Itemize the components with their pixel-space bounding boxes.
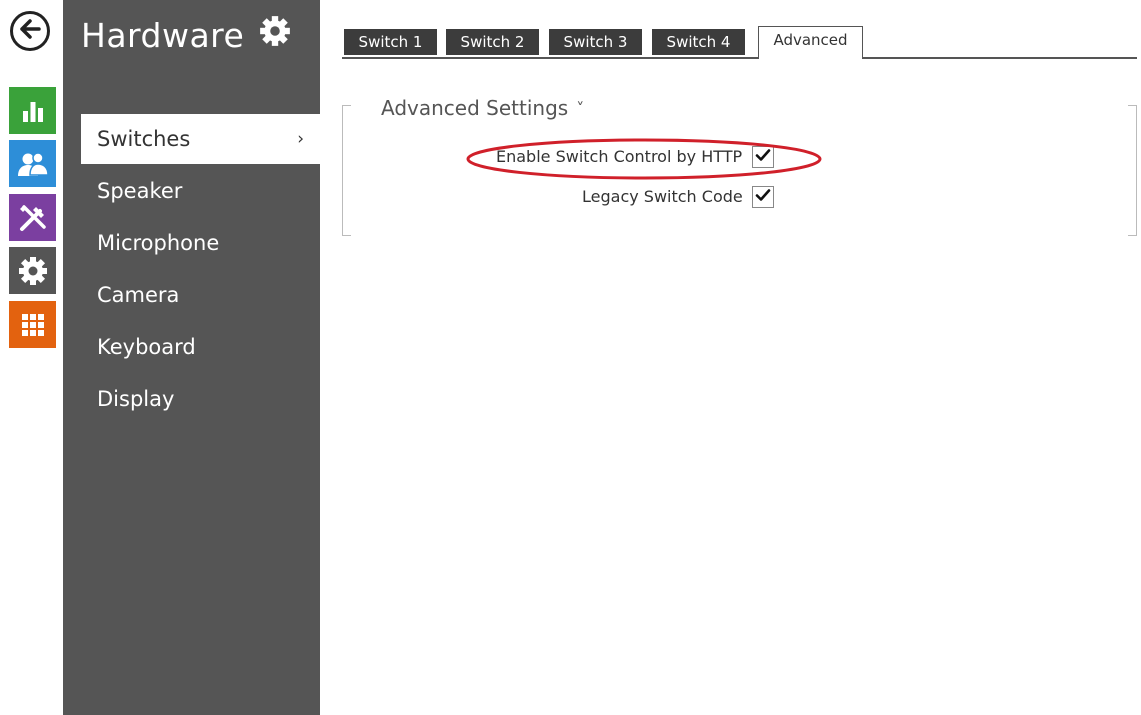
checkmark-icon [755,147,771,167]
sidebar-item-display[interactable]: Display [81,374,320,424]
checkmark-icon [755,187,771,207]
gear-icon [258,14,292,56]
sidebar-item-keyboard[interactable]: Keyboard [81,322,320,372]
back-button[interactable] [10,11,50,51]
tab-advanced[interactable]: Advanced [758,26,863,59]
tab-switch-1[interactable]: Switch 1 [344,29,437,55]
tab-switch-4[interactable]: Switch 4 [652,29,745,55]
tools-icon [16,201,50,235]
rail-button-hardware[interactable] [9,194,56,241]
bar-chart-icon [18,96,48,126]
rail-button-directory[interactable] [9,140,56,187]
field-label-legacy-switch-code: Legacy Switch Code [582,187,743,206]
chevron-right-icon: › [297,129,304,149]
arrow-left-icon [19,18,41,44]
tab-switch-3[interactable]: Switch 3 [549,29,642,55]
rail-button-status[interactable] [9,87,56,134]
grid-icon [19,311,47,339]
sidebar-title-text: Hardware [81,15,245,55]
section-title: Advanced Settings [381,96,569,120]
rail-button-system[interactable] [9,247,56,294]
sidebar-item-label: Keyboard [97,335,196,359]
tabs-divider [342,57,759,59]
tabs-divider-right [862,57,1137,59]
checkbox-enable-switch-http[interactable] [752,146,774,168]
chevron-down-icon: ˅ [576,98,585,118]
users-icon [16,149,50,179]
sidebar-item-microphone[interactable]: Microphone [81,218,320,268]
sidebar-item-switches[interactable]: Switches › [81,114,320,164]
section-advanced-settings[interactable]: Advanced Settings ˅ [381,96,584,120]
sidebar-item-label: Microphone [97,231,220,255]
sidebar-title: Hardware [81,14,292,56]
rail-button-services[interactable] [9,301,56,348]
checkbox-legacy-switch-code[interactable] [752,186,774,208]
gear-icon [17,255,49,287]
field-label-enable-switch-http: Enable Switch Control by HTTP [496,147,743,166]
panel-bracket-right [1128,105,1137,236]
sidebar-item-speaker[interactable]: Speaker [81,166,320,216]
panel-bracket-left [342,105,351,236]
sidebar: Hardware Switches › Speaker Microphone C… [63,0,320,715]
tab-switch-2[interactable]: Switch 2 [446,29,539,55]
sidebar-item-label: Display [97,387,175,411]
sidebar-item-label: Switches [97,127,191,151]
sidebar-item-camera[interactable]: Camera [81,270,320,320]
sidebar-item-label: Camera [97,283,180,307]
sidebar-item-label: Speaker [97,179,183,203]
